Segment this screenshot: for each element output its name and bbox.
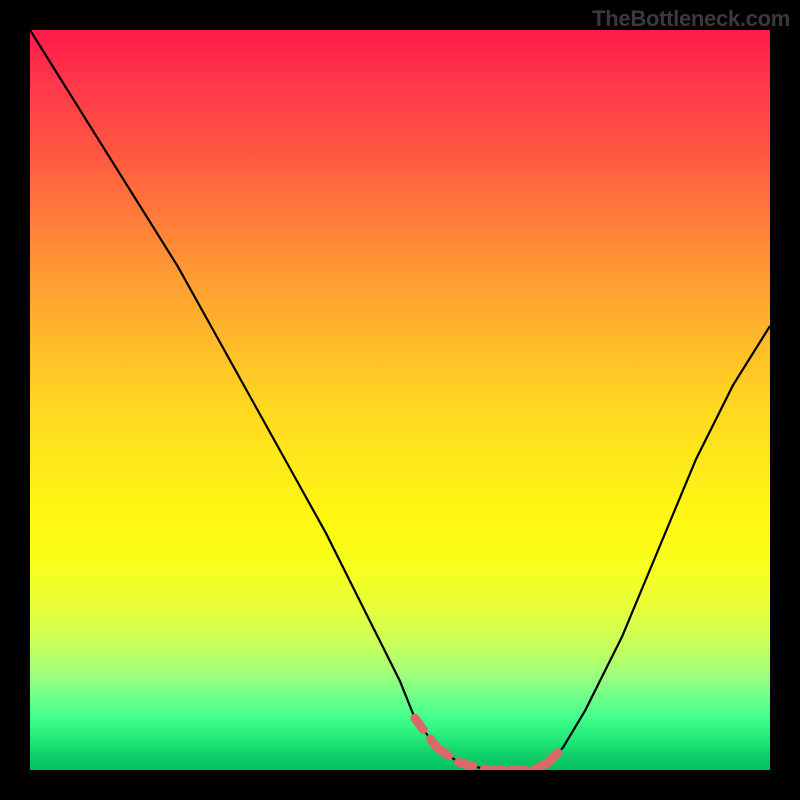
chart-container: TheBottleneck.com <box>0 0 800 800</box>
plot-area <box>30 30 770 770</box>
gradient-background <box>30 30 770 770</box>
watermark-text: TheBottleneck.com <box>592 6 790 32</box>
